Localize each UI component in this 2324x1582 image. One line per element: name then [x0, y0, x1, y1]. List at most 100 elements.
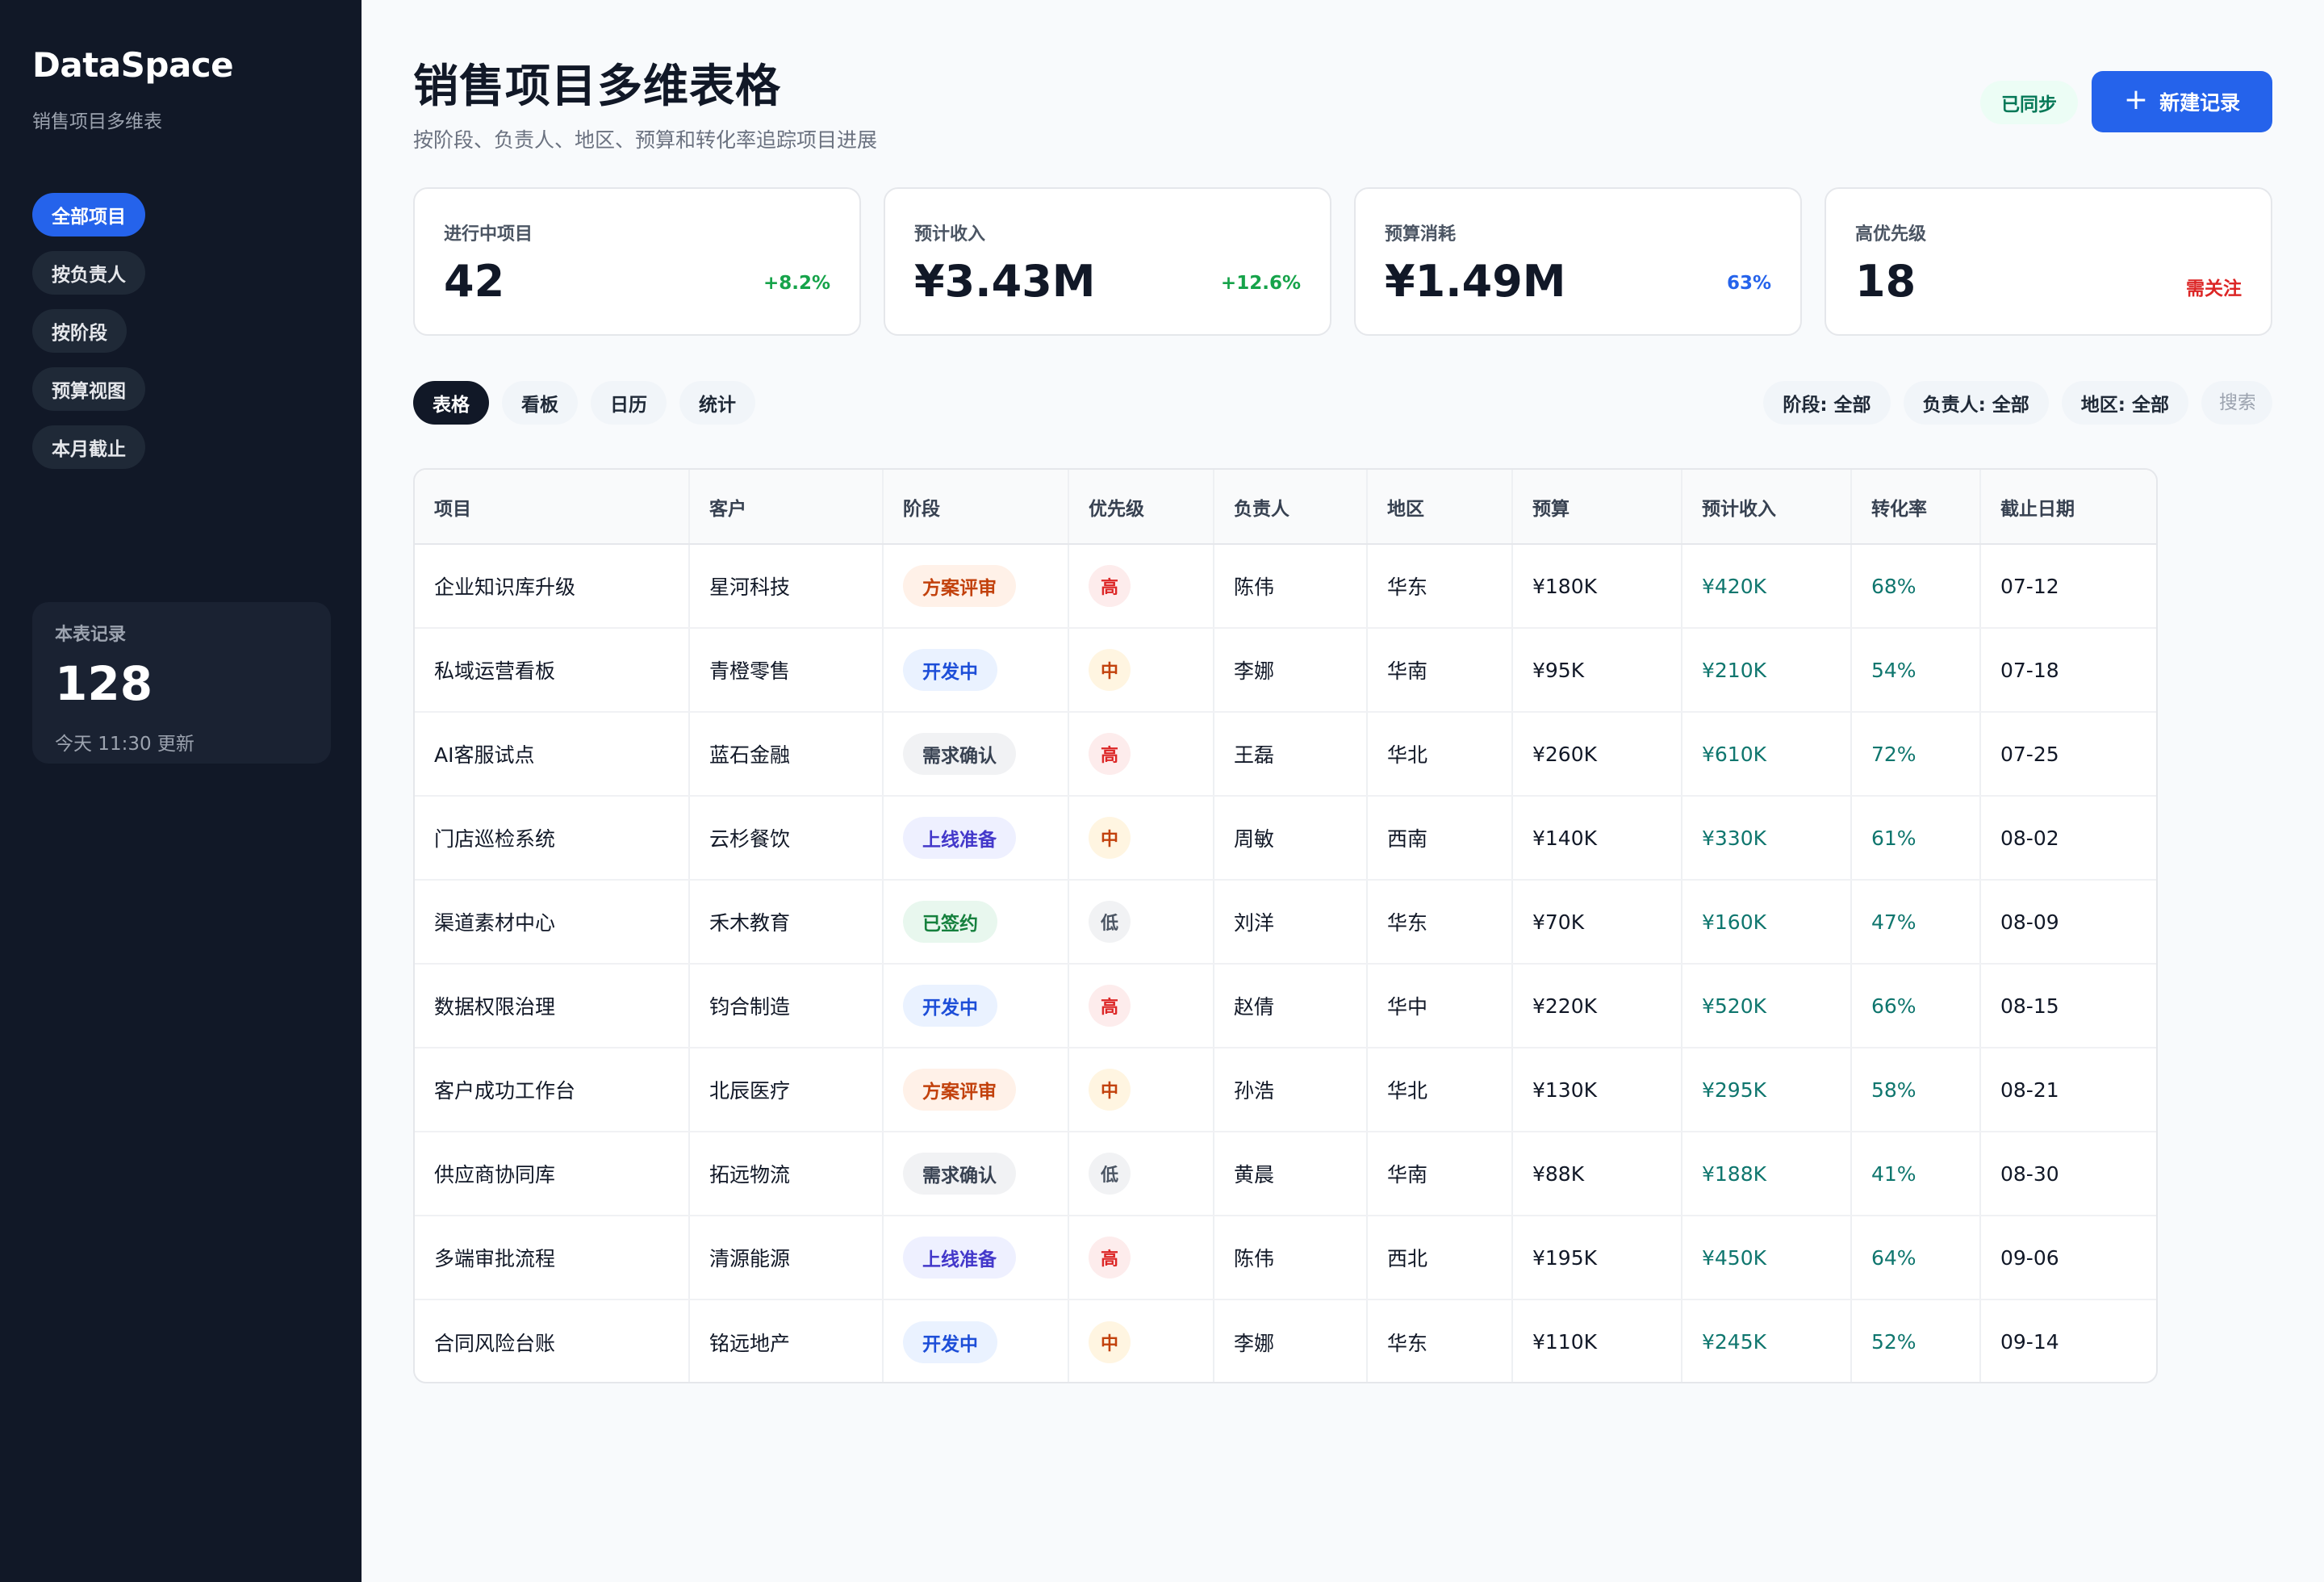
- priority-badge: 低: [1089, 1153, 1131, 1195]
- priority-badge: 高: [1089, 565, 1131, 607]
- cell-priority: 高: [1068, 964, 1214, 1048]
- cell-stage: 开发中: [883, 964, 1069, 1048]
- column-header-project[interactable]: 项目: [415, 470, 690, 545]
- tab-calendar[interactable]: 日历: [591, 381, 667, 425]
- cell-budget: ¥220K: [1512, 964, 1682, 1048]
- cell-stage: 方案评审: [883, 544, 1069, 629]
- table-row[interactable]: 渠道素材中心 禾木教育 已签约 低 刘洋 华东 ¥70K ¥160K 47% 08-09: [415, 880, 2156, 965]
- column-header-revenue[interactable]: 预计收入: [1682, 470, 1852, 545]
- tab-kanban[interactable]: 看板: [502, 381, 578, 425]
- region-filter[interactable]: 地区: 全部: [2061, 381, 2188, 425]
- stage-filter[interactable]: 阶段: 全部: [1763, 381, 1891, 425]
- column-header-owner[interactable]: 负责人: [1214, 470, 1368, 545]
- kpi-label: 预算消耗: [1385, 224, 1457, 245]
- table-row[interactable]: 企业知识库升级 星河科技 方案评审 高 陈伟 华东 ¥180K ¥420K 68% 07-12: [415, 544, 2156, 629]
- table-row[interactable]: 客户成功工作台 北辰医疗 方案评审 中 孙浩 华北 ¥130K ¥295K 58% 08-21: [415, 1048, 2156, 1132]
- cell-stage: 需求确认: [883, 712, 1069, 797]
- stage-badge: 需求确认: [903, 1153, 1016, 1195]
- column-header-stage[interactable]: 阶段: [883, 470, 1069, 545]
- tab-stats[interactable]: 统计: [679, 381, 755, 425]
- records-updated-time: 今天 11:30 更新: [55, 734, 194, 755]
- table-row[interactable]: 数据权限治理 钧合制造 开发中 高 赵倩 华中 ¥220K ¥520K 66% 08-15: [415, 964, 2156, 1048]
- brand-subtitle: 销售项目多维表: [32, 111, 162, 132]
- cell-budget: ¥140K: [1512, 796, 1682, 881]
- cell-budget: ¥70K: [1512, 880, 1682, 965]
- cell-client: 钧合制造: [689, 964, 884, 1048]
- cell-revenue: ¥330K: [1682, 796, 1852, 881]
- stage-badge: 开发中: [903, 649, 997, 691]
- column-header-budget[interactable]: 预算: [1512, 470, 1682, 545]
- table-row[interactable]: AI客服试点 蓝石金融 需求确认 高 王磊 华北 ¥260K ¥610K 72% 07-25: [415, 712, 2156, 797]
- column-header-region[interactable]: 地区: [1367, 470, 1513, 545]
- cell-due-date: 07-12: [1980, 544, 2156, 629]
- cell-region: 华东: [1367, 1300, 1513, 1382]
- stage-badge: 开发中: [903, 1320, 997, 1363]
- cell-conversion: 68%: [1851, 544, 1981, 629]
- records-label: 本表记录: [55, 625, 127, 645]
- cell-priority: 低: [1068, 1132, 1214, 1216]
- cell-owner: 周敏: [1214, 796, 1368, 881]
- table-row[interactable]: 私域运营看板 青橙零售 开发中 中 李娜 华南 ¥95K ¥210K 54% 07-18: [415, 628, 2156, 713]
- stage-badge: 上线准备: [903, 817, 1016, 859]
- kpi-card-active-projects: 进行中项目 42 +8.2%: [413, 187, 861, 336]
- stage-badge: 需求确认: [903, 733, 1016, 775]
- table-row[interactable]: 门店巡检系统 云杉餐饮 上线准备 中 周敏 西南 ¥140K ¥330K 61% 08-02: [415, 796, 2156, 881]
- cell-revenue: ¥210K: [1682, 628, 1852, 713]
- projects-table: 项目 客户 阶段 优先级 负责人 地区 预算 预计收入 转化率 截止日期 企业知识库升级 星河科技方…: [413, 468, 2158, 1383]
- cell-due-date: 08-15: [1980, 964, 2156, 1048]
- cell-owner: 李娜: [1214, 1300, 1368, 1382]
- cell-project: 供应商协同库: [415, 1132, 690, 1216]
- cell-project: 客户成功工作台: [415, 1048, 690, 1132]
- table-row[interactable]: 供应商协同库 拓远物流 需求确认 低 黄晨 华南 ¥88K ¥188K 41% 08-30: [415, 1132, 2156, 1216]
- cell-region: 华南: [1367, 1132, 1513, 1216]
- table-header-row: 项目 客户 阶段 优先级 负责人 地区 预算 预计收入 转化率 截止日期: [415, 470, 2156, 545]
- sidebar-item-due-this-month[interactable]: 本月截止: [32, 425, 145, 469]
- cell-stage: 上线准备: [883, 1216, 1069, 1300]
- cell-revenue: ¥188K: [1682, 1132, 1852, 1216]
- cell-revenue: ¥160K: [1682, 880, 1852, 965]
- sidebar-item-budget-view[interactable]: 预算视图: [32, 367, 145, 411]
- cell-client: 云杉餐饮: [689, 796, 884, 881]
- records-card: 本表记录 128 今天 11:30 更新: [32, 602, 331, 764]
- sidebar-item-by-owner[interactable]: 按负责人: [32, 251, 145, 295]
- column-header-conversion[interactable]: 转化率: [1851, 470, 1981, 545]
- cell-priority: 高: [1068, 544, 1214, 629]
- cell-region: 华北: [1367, 712, 1513, 797]
- cell-due-date: 07-18: [1980, 628, 2156, 713]
- cell-priority: 中: [1068, 1300, 1214, 1382]
- tab-table[interactable]: 表格: [413, 381, 489, 425]
- column-header-client[interactable]: 客户: [689, 470, 884, 545]
- cell-budget: ¥130K: [1512, 1048, 1682, 1132]
- cell-priority: 高: [1068, 712, 1214, 797]
- sidebar: DataSpace 销售项目多维表 全部项目 按负责人 按阶段 预算视图 本月截…: [0, 0, 362, 1582]
- cell-region: 西北: [1367, 1216, 1513, 1300]
- table-row[interactable]: 多端审批流程 清源能源 上线准备 高 陈伟 西北 ¥195K ¥450K 64% 09-06: [415, 1216, 2156, 1300]
- cell-client: 禾木教育: [689, 880, 884, 965]
- stage-badge: 上线准备: [903, 1237, 1016, 1279]
- cell-project: 私域运营看板: [415, 628, 690, 713]
- sidebar-item-all-projects[interactable]: 全部项目: [32, 193, 145, 236]
- cell-owner: 赵倩: [1214, 964, 1368, 1048]
- column-header-due-date[interactable]: 截止日期: [1980, 470, 2156, 545]
- owner-filter[interactable]: 负责人: 全部: [1903, 381, 2049, 425]
- kpi-cards: 进行中项目 42 +8.2% 预计收入 ¥3.43M +12.6% 预算消耗 ¥…: [413, 187, 2272, 336]
- cell-stage: 已签约: [883, 880, 1069, 965]
- cell-budget: ¥195K: [1512, 1216, 1682, 1300]
- column-header-priority[interactable]: 优先级: [1068, 470, 1214, 545]
- search-input[interactable]: [2201, 381, 2272, 425]
- new-record-button[interactable]: + 新建记录: [2092, 71, 2272, 132]
- sidebar-item-by-stage[interactable]: 按阶段: [32, 309, 127, 353]
- cell-region: 华东: [1367, 544, 1513, 629]
- cell-project: 企业知识库升级: [415, 544, 690, 629]
- cell-conversion: 54%: [1851, 628, 1981, 713]
- kpi-value: ¥1.49M: [1385, 256, 1566, 307]
- cell-due-date: 08-09: [1980, 880, 2156, 965]
- cell-priority: 低: [1068, 880, 1214, 965]
- cell-owner: 黄晨: [1214, 1132, 1368, 1216]
- cell-owner: 陈伟: [1214, 544, 1368, 629]
- kpi-label: 高优先级: [1855, 224, 1927, 245]
- priority-badge: 高: [1089, 733, 1131, 775]
- kpi-label: 进行中项目: [444, 224, 533, 245]
- table-row[interactable]: 合同风险台账 铭远地产 开发中 中 李娜 华东 ¥110K ¥245K 52% 09-14: [415, 1300, 2156, 1382]
- cell-client: 拓远物流: [689, 1132, 884, 1216]
